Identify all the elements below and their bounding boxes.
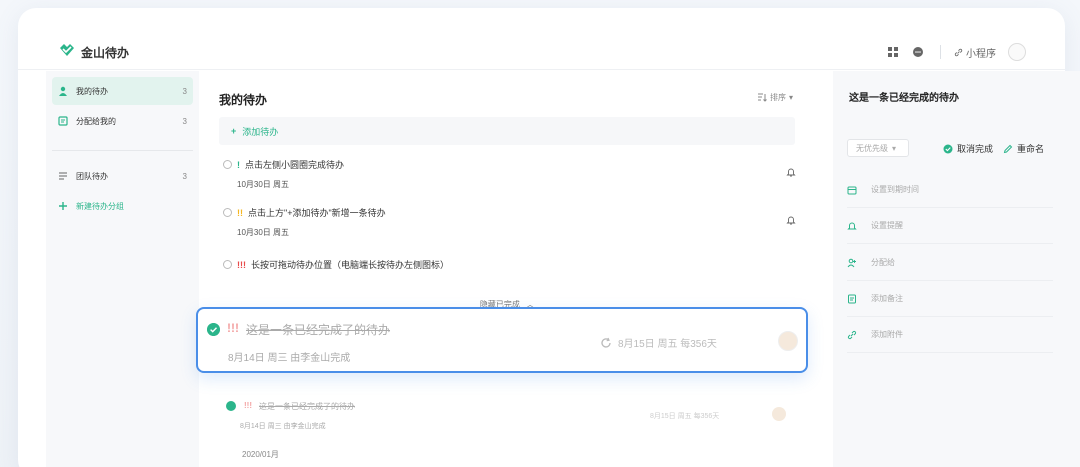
chat-icon[interactable] xyxy=(911,45,925,59)
task-date: 10月30日 周五 xyxy=(237,228,290,237)
detail-item-label: 设置提醒 xyxy=(871,221,903,230)
sidebar-item-label: 团队待办 xyxy=(76,171,108,181)
list-item[interactable]: !!! 长按可拖动待办位置（电脑端长按待办左侧图标） xyxy=(223,258,783,271)
assign-icon xyxy=(847,258,856,267)
priority-select[interactable]: 无优先级 ▾ xyxy=(847,139,909,157)
plus-icon xyxy=(59,202,67,210)
rename-label: 重命名 xyxy=(1017,144,1045,154)
completed-list-item[interactable]: !!! 这是一条已经完成了的待办 8月14日 周三 由李金山完成 8月15日 周… xyxy=(224,399,796,439)
new-group-button[interactable]: 新建待办分组 xyxy=(52,192,193,220)
person-icon xyxy=(59,86,67,96)
app-title: 金山待办 xyxy=(81,46,130,60)
sidebar-item-label: 我的待办 xyxy=(76,86,108,96)
repeat-icon xyxy=(601,337,611,348)
add-note-item[interactable]: 添加备注 xyxy=(847,281,1053,317)
sidebar-item-assigned-to-me[interactable]: 分配给我的 3 xyxy=(52,107,193,135)
task-title: 长按可拖动待办位置（电脑端长按待办左侧图标） xyxy=(251,260,450,270)
sidebar-item-team-todos[interactable]: 团队待办 3 xyxy=(52,162,193,190)
page-title: 我的待办 xyxy=(219,93,268,107)
set-due-date-item[interactable]: 设置到期时间 xyxy=(847,172,1053,208)
assignee-avatar xyxy=(772,407,786,421)
task-title: 这是一条已经完成了的待办 xyxy=(246,323,391,337)
bell-icon xyxy=(847,222,857,229)
task-repeat: 8月15日 周五 每356天 xyxy=(650,413,720,420)
list-icon xyxy=(59,172,67,180)
check-circle-icon[interactable] xyxy=(207,323,220,336)
priority-badge: !!! xyxy=(227,321,239,335)
task-repeat-text: 8月15日 周五 每356天 xyxy=(618,339,717,350)
detail-item-label: 添加附件 xyxy=(871,330,903,339)
selected-task-card[interactable]: !!! 这是一条已经完成了的待办 8月14日 周三 由李金山完成 8月15日 周… xyxy=(196,307,808,373)
month-group-label: 2020/01月 xyxy=(242,450,279,459)
add-attachment-item[interactable]: 添加附件 xyxy=(847,317,1053,353)
task-title: 点击上方"+添加待办"新增一条待办 xyxy=(248,208,386,218)
list-item[interactable]: ! 点击左侧小圆圈完成待办 10月30日 周五 xyxy=(223,158,783,190)
new-group-label: 新建待办分组 xyxy=(76,201,124,211)
bell-icon[interactable] xyxy=(786,167,796,177)
task-date: 10月30日 周五 xyxy=(237,180,290,189)
chevron-down-icon: ▾ xyxy=(788,93,793,102)
task-title: 点击左侧小圆圈完成待办 xyxy=(245,160,345,170)
detail-title: 这是一条已经完成的待办 xyxy=(849,93,959,104)
task-title: 这是一条已经完成了的待办 xyxy=(259,402,355,411)
bell-icon[interactable] xyxy=(786,215,796,225)
chevron-down-icon: ▾ xyxy=(892,143,897,153)
complete-checkbox[interactable] xyxy=(223,208,232,217)
sidebar-item-count: 3 xyxy=(182,116,187,126)
toolbar-divider xyxy=(940,45,941,59)
attachment-icon xyxy=(847,330,857,339)
assignee-avatar xyxy=(778,331,798,351)
sort-label: 排序 xyxy=(769,93,786,102)
add-todo-bar[interactable]: + 添加待办 xyxy=(219,117,795,145)
sidebar-item-count: 3 xyxy=(182,171,187,181)
detail-item-label: 添加备注 xyxy=(871,294,903,303)
detail-panel: 这是一条已经完成的待办 无优先级 ▾ 取消完成 重命名 设置到期时间 设置提醒 … xyxy=(833,71,1080,467)
grid-icon[interactable] xyxy=(886,45,900,59)
priority-badge: !!! xyxy=(244,401,252,410)
assign-to-item[interactable]: 分配给 xyxy=(847,245,1053,281)
sort-icon xyxy=(757,93,767,102)
cancel-complete-button[interactable]: 取消完成 xyxy=(943,142,993,155)
miniapp-button[interactable]: 小程序 xyxy=(954,45,996,60)
detail-item-label: 分配给 xyxy=(871,258,895,267)
sort-button[interactable]: 排序 ▾ xyxy=(757,92,793,103)
rename-button[interactable]: 重命名 xyxy=(1003,142,1044,155)
sidebar: 我的待办 3 分配给我的 3 团队待办 3 新建待办分组 xyxy=(46,71,199,467)
pencil-icon xyxy=(1003,144,1013,153)
completed-check-icon[interactable] xyxy=(226,401,236,411)
task-repeat: 8月15日 周五 每356天 xyxy=(600,335,717,350)
note-icon xyxy=(848,294,856,303)
miniapp-label: 小程序 xyxy=(966,49,996,60)
link-icon xyxy=(954,48,963,57)
app-logo-icon xyxy=(60,44,74,56)
list-item[interactable]: !! 点击上方"+添加待办"新增一条待办 10月30日 周五 xyxy=(223,206,783,238)
user-avatar[interactable] xyxy=(1008,43,1026,61)
sidebar-item-label: 分配给我的 xyxy=(76,116,116,126)
priority-badge: !! xyxy=(237,207,243,218)
cancel-complete-label: 取消完成 xyxy=(957,144,994,154)
sidebar-item-count: 3 xyxy=(182,86,187,96)
task-meta: 8月14日 周三 由李金山完成 xyxy=(240,423,326,430)
set-reminder-item[interactable]: 设置提醒 xyxy=(847,208,1053,244)
detail-item-label: 设置到期时间 xyxy=(871,185,919,194)
add-todo-label: 添加待办 xyxy=(242,126,279,137)
check-circle-icon xyxy=(943,144,953,153)
priority-badge: !!! xyxy=(237,259,246,270)
calendar-icon xyxy=(847,186,857,194)
task-meta: 8月14日 周三 由李金山完成 xyxy=(228,353,351,364)
plus-icon: + xyxy=(231,126,237,136)
priority-select-value: 无优先级 xyxy=(856,143,888,153)
complete-checkbox[interactable] xyxy=(223,260,232,269)
assigned-icon xyxy=(58,116,68,126)
sidebar-divider xyxy=(52,150,193,151)
priority-badge: ! xyxy=(237,159,240,170)
titlebar: 金山待办 小程序 xyxy=(18,8,1065,70)
complete-checkbox[interactable] xyxy=(223,160,232,169)
sidebar-item-my-todos[interactable]: 我的待办 3 xyxy=(52,77,193,105)
